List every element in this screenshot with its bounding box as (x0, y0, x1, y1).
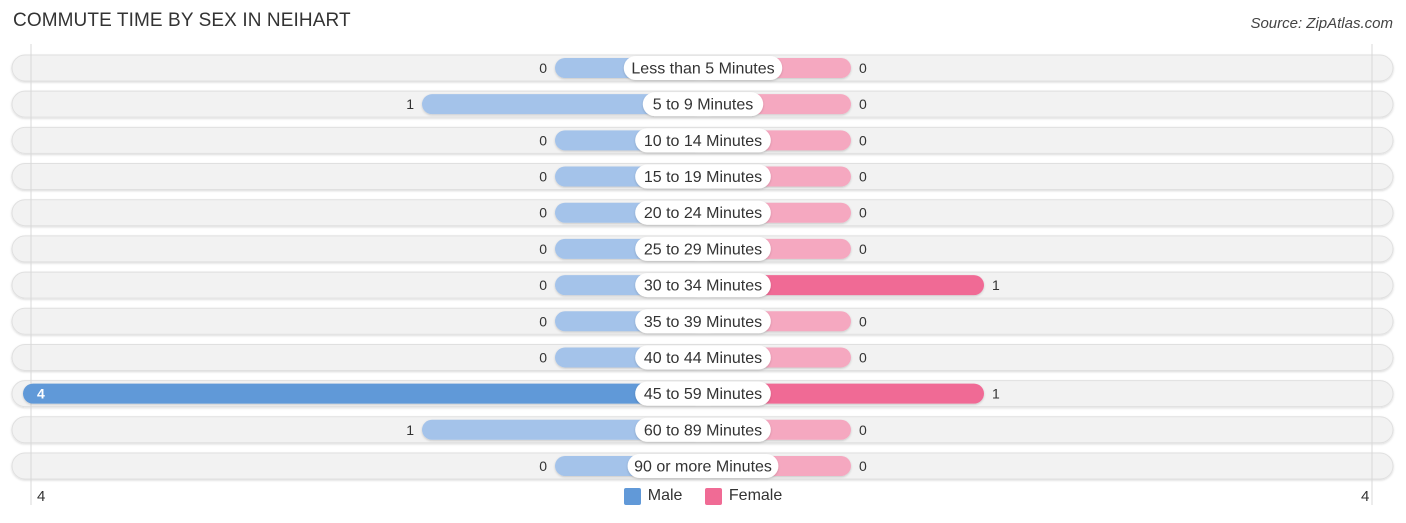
category-label: 40 to 44 Minutes (644, 350, 762, 367)
value-label-female: 0 (859, 169, 867, 185)
value-label-male: 1 (406, 422, 414, 438)
legend-swatch-male (623, 487, 641, 505)
value-label-female: 0 (859, 422, 867, 438)
legend: Male Female (0, 487, 1406, 510)
value-label-female: 0 (859, 349, 867, 365)
category-label: 90 or more Minutes (634, 458, 772, 475)
value-label-female: 0 (859, 241, 867, 257)
category-label: 10 to 14 Minutes (644, 133, 762, 150)
category-label: 25 to 29 Minutes (644, 241, 762, 258)
value-label-male: 0 (539, 458, 547, 474)
value-label-female: 0 (859, 96, 867, 112)
value-label-female: 0 (859, 132, 867, 148)
value-label-male: 4 (37, 386, 45, 402)
legend-label-female: Female (728, 487, 783, 504)
chart-plot: Less than 5 Minutes 0 0 5 to 9 Minutes 1 0 10 … (11, 44, 1394, 505)
value-label-male: 1 (406, 96, 414, 112)
value-label-male: 0 (539, 277, 547, 293)
category-label: 20 to 24 Minutes (644, 205, 762, 222)
value-label-male: 0 (539, 60, 547, 76)
legend-label-male: Male (647, 487, 683, 504)
value-label-male: 0 (539, 169, 547, 185)
value-label-female: 0 (859, 313, 867, 329)
value-label-male: 0 (539, 241, 547, 257)
value-label-male: 0 (539, 205, 547, 221)
category-label: 45 to 59 Minutes (644, 386, 762, 403)
legend-swatch-female (704, 487, 722, 505)
category-label: 60 to 89 Minutes (644, 422, 762, 439)
value-label-male: 0 (539, 349, 547, 365)
category-label: 5 to 9 Minutes (653, 97, 754, 114)
bar-male[interactable] (23, 383, 703, 404)
value-label-female: 1 (992, 386, 1000, 402)
value-label-female: 0 (859, 60, 867, 76)
legend-item-female[interactable]: Female (704, 487, 783, 505)
category-label: 30 to 34 Minutes (644, 278, 762, 295)
value-label-male: 0 (539, 132, 547, 148)
legend-item-male[interactable]: Male (623, 487, 683, 505)
value-label-male: 0 (539, 313, 547, 329)
category-label: Less than 5 Minutes (631, 61, 774, 78)
category-label: 35 to 39 Minutes (644, 314, 762, 331)
value-label-female: 0 (859, 205, 867, 221)
value-label-female: 1 (992, 277, 1000, 293)
category-label: 15 to 19 Minutes (644, 169, 762, 186)
value-label-female: 0 (859, 458, 867, 474)
